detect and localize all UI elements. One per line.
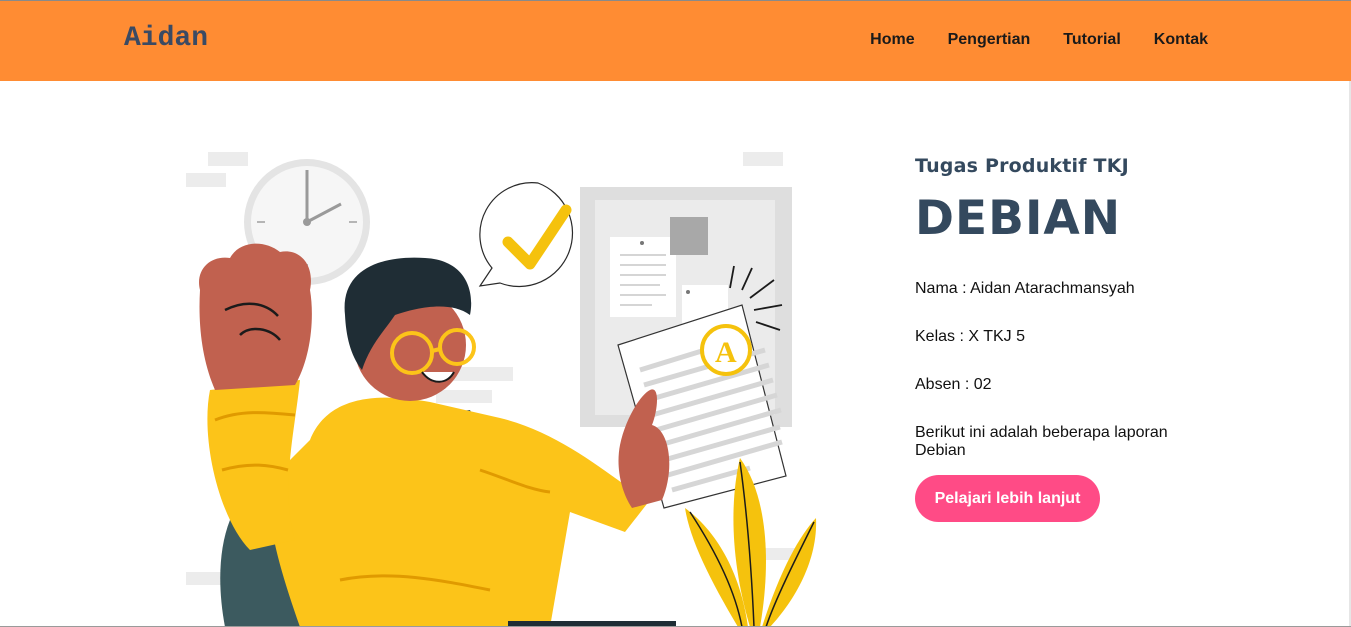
nav-link-home[interactable]: Home xyxy=(870,31,914,49)
learn-more-button[interactable]: Pelajari lebih lanjut xyxy=(915,475,1100,522)
checkmark-icon xyxy=(478,182,574,288)
hero-info: Tugas Produktif TKJ DEBIAN Nama : Aidan … xyxy=(915,155,1215,522)
hero-subtitle: Tugas Produktif TKJ xyxy=(915,155,1129,177)
hero-illustration: A xyxy=(170,140,830,627)
student-class: Kelas : X TKJ 5 xyxy=(915,328,1025,345)
hero-title: DEBIAN xyxy=(915,191,1122,246)
nav-menu: Home Pengertian Tutorial Kontak xyxy=(837,31,1208,49)
nav-link-tutorial[interactable]: Tutorial xyxy=(1063,31,1120,49)
hero-description: Berikut ini adalah beberapa laporan Debi… xyxy=(915,424,1168,459)
svg-text:A: A xyxy=(715,336,737,369)
student-name: Nama : Aidan Atarachmansyah xyxy=(915,280,1135,297)
student-number: Absen : 02 xyxy=(915,376,992,393)
raised-fist xyxy=(199,243,312,390)
nav-link-kontak[interactable]: Kontak xyxy=(1154,31,1208,49)
brand-logo[interactable]: Aidan xyxy=(124,23,208,54)
nav-link-pengertian[interactable]: Pengertian xyxy=(948,31,1031,49)
navbar: Aidan Home Pengertian Tutorial Kontak xyxy=(0,0,1351,81)
